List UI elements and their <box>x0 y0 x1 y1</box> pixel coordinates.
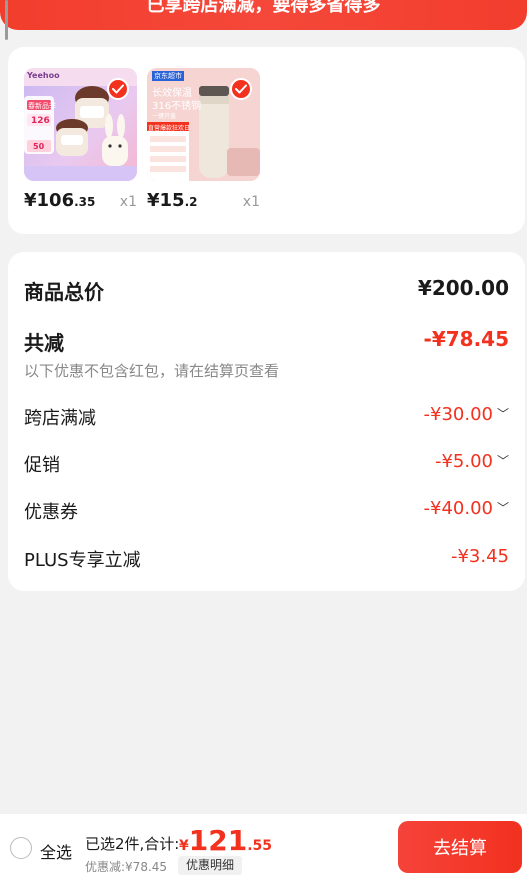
chevron-down-icon: ﹀ <box>496 407 509 421</box>
discount-item-amount: -¥30.00 <box>423 404 493 425</box>
product-2-headline-2: 316不锈钢 <box>152 101 202 112</box>
discount-note: 以下优惠不包含红包，请在结算页查看 <box>24 362 280 380</box>
product-1-price-dec: .35 <box>74 195 96 209</box>
selected-products-card: Yeehoo 春新品季 126 50 ¥106.35 x1 京东超市 长效保温 … <box>8 47 525 234</box>
product-item-1[interactable]: Yeehoo 春新品季 126 50 ¥106.35 x1 <box>24 68 137 211</box>
discount-item-label: 跨店满减 <box>24 408 96 429</box>
discount-value: -¥78.45 <box>423 327 509 351</box>
total-label: 商品总价 <box>24 280 104 304</box>
product-1-price: ¥106.35 <box>24 190 95 211</box>
product-2-selected-checkbox[interactable] <box>230 78 252 100</box>
promo-banner-text: 已享跨店满减，要得多省得多 <box>146 0 381 16</box>
product-1-price-row: ¥106.35 x1 <box>24 190 137 214</box>
discount-item-value: -¥30.00 ﹀ <box>424 404 510 425</box>
discount-item-amount: -¥40.00 <box>423 498 493 519</box>
product-2-price-row: ¥15.2 x1 <box>147 190 260 214</box>
promo-banner: 已享跨店满减，要得多省得多 <box>0 0 527 30</box>
discount-item-coupon[interactable]: 优惠券 -¥40.00 ﹀ <box>24 498 510 523</box>
discount-item-amount: -¥3.45 <box>450 546 509 567</box>
product-1-promo-small: 50 <box>33 142 45 151</box>
product-2-price-int: ¥15 <box>147 190 185 211</box>
product-2-brand-badge: 京东超市 <box>152 71 184 81</box>
checkmark-icon <box>235 84 247 94</box>
select-all-label[interactable]: 全选 <box>40 839 72 863</box>
discount-item-plus: PLUS专享立减 -¥3.45 <box>24 546 509 571</box>
grand-total-currency: ¥ <box>179 838 189 854</box>
chevron-down-icon: ﹀ <box>496 501 509 515</box>
selected-count-text: 已选2件,合计: <box>85 835 180 853</box>
discount-item-cross-store[interactable]: 跨店满减 -¥30.00 ﹀ <box>24 404 510 429</box>
scroll-indicator <box>5 0 8 40</box>
product-2-price: ¥15.2 <box>147 190 198 211</box>
discount-summary-line: 优惠减:¥78.45 <box>85 860 168 874</box>
checkmark-icon <box>112 84 124 94</box>
price-summary-card: 商品总价 ¥200.00 共减 -¥78.45 以下优惠不包含红包，请在结算页查… <box>8 252 525 591</box>
discount-item-label: PLUS专享立减 <box>24 550 141 571</box>
grand-total-dec: .55 <box>247 838 273 854</box>
grand-total: ¥121.55 <box>179 824 272 857</box>
total-row: 商品总价 ¥200.00 <box>24 276 509 304</box>
product-2-sub: 一键开盖 <box>152 113 177 120</box>
grand-total-int: 121 <box>188 824 248 857</box>
total-value: ¥200.00 <box>417 276 509 300</box>
discount-item-value: -¥40.00 ﹀ <box>424 498 510 519</box>
checkout-button[interactable]: 去结算 <box>398 821 522 873</box>
product-1-promo-text: 春新品季 <box>28 102 56 110</box>
product-1-promo-value: 126 <box>31 116 50 126</box>
discount-item-value: -¥5.00 ﹀ <box>435 451 509 472</box>
discount-detail-button[interactable]: 优惠明细 <box>178 856 243 875</box>
product-2-promo-tag: 直营爆款狂欢日 <box>148 125 191 132</box>
select-all-radio[interactable] <box>10 837 32 859</box>
checkout-bar: 全选 已选2件,合计: ¥121.55 优惠减:¥78.45 优惠明细 去结算 <box>0 814 527 875</box>
discount-item-label: 促销 <box>24 455 60 476</box>
discount-item-label: 优惠券 <box>24 502 78 523</box>
chevron-down-icon: ﹀ <box>496 454 509 468</box>
product-image-1[interactable]: Yeehoo 春新品季 126 50 <box>24 68 137 181</box>
discount-item-promotion[interactable]: 促销 -¥5.00 ﹀ <box>24 451 509 476</box>
discount-row: 共减 -¥78.45 <box>24 327 509 355</box>
discount-label: 共减 <box>24 331 64 355</box>
product-2-price-dec: .2 <box>184 195 198 209</box>
product-item-2[interactable]: 京东超市 长效保温 316不锈钢 一键开盖 直营爆款狂欢日 ¥15.2 x1 <box>147 68 260 211</box>
product-image-2[interactable]: 京东超市 长效保温 316不锈钢 一键开盖 直营爆款狂欢日 <box>147 68 260 181</box>
product-1-price-int: ¥106 <box>24 190 75 211</box>
product-1-qty: x1 <box>119 194 137 210</box>
product-1-selected-checkbox[interactable] <box>107 78 129 100</box>
product-2-qty: x1 <box>242 194 260 210</box>
product-1-brand-text: Yeehoo <box>27 71 60 80</box>
discount-item-amount: -¥5.00 <box>434 451 493 472</box>
discount-note-row: 以下优惠不包含红包，请在结算页查看 <box>24 360 509 380</box>
